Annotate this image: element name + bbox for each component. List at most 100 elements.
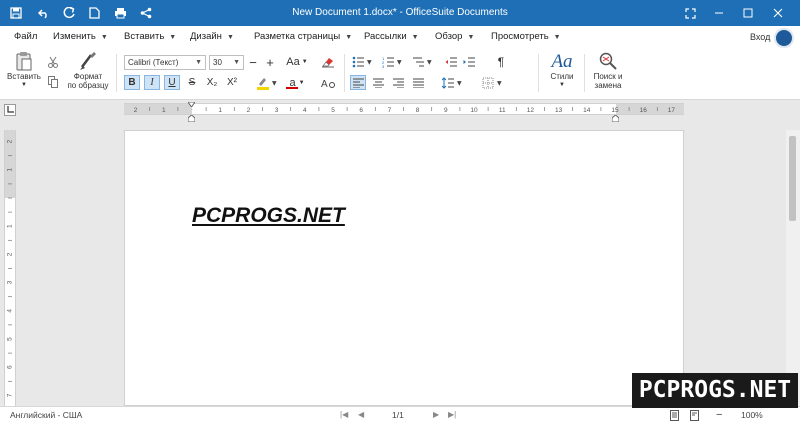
multilevel-list-button[interactable]: ▼ [410,54,436,70]
maximize-icon[interactable] [734,0,762,26]
numbered-list-button[interactable]: 1 2 3 ▼ [380,54,406,70]
copy-icon[interactable] [46,74,60,90]
menu-layout[interactable]: Разметка страницы ▼ [254,26,352,48]
first-line-indent-marker[interactable] [187,99,196,108]
chevron-down-icon: ▼ [298,79,305,86]
strikethrough-button[interactable]: S [184,75,200,90]
document-text[interactable]: PCPROGS.NET [192,204,345,228]
print-layout-icon[interactable] [670,407,679,423]
horizontal-ruler[interactable]: 21123456789101112131415161718 [124,101,684,123]
chevron-down-icon: ▼ [195,59,202,66]
chevron-down-icon: ▼ [559,82,565,88]
font-name-select[interactable]: Calibri (Текст) ▼ [124,55,206,70]
ruler-number: 7 [388,107,392,114]
superscript-button[interactable]: X² [223,75,241,90]
menu-insert[interactable]: Вставить ▼ [124,26,176,48]
ruler-number: 2 [134,107,138,114]
find-replace-icon [588,50,628,72]
decrease-indent-icon[interactable] [444,54,458,70]
format-painter-label-2: по образцу [67,81,109,90]
avatar[interactable] [774,28,794,48]
chevron-down-icon: ▼ [467,34,475,41]
justify-icon[interactable] [410,75,426,90]
menu-mailings[interactable]: Рассылки ▼ [364,26,419,48]
ruler-number: 1 [162,107,166,114]
ruler-number: 16 [640,107,648,114]
ruler-number: 6 [7,365,14,369]
find-label-1: Поиск и [593,72,623,81]
bullet-list-button[interactable]: ▼ [350,54,376,70]
increase-font-button[interactable]: + [263,54,277,70]
highlight-button[interactable]: ▼ [254,75,280,90]
close-icon[interactable] [764,0,792,26]
styles-icon: Aa [551,50,573,72]
svg-text:▼: ▼ [497,80,502,87]
italic-button[interactable]: I [144,75,160,90]
menu-review[interactable]: Обзор ▼ [435,26,474,48]
paste-button[interactable]: Вставить ▼ [4,50,44,90]
menu-file[interactable]: Файл [14,26,37,48]
chevron-down-icon: ▼ [345,34,353,41]
ruler-number: 5 [331,107,335,114]
format-painter-button[interactable]: Формат по образцу [64,50,112,90]
cut-icon[interactable] [46,54,60,70]
ruler-number: 9 [444,107,448,114]
align-right-icon[interactable] [390,75,406,90]
text-effects-icon[interactable]: A [320,75,336,90]
subscript-button[interactable]: X₂ [203,75,221,90]
menu-edit[interactable]: Изменить ▼ [53,26,108,48]
align-center-icon[interactable] [370,75,386,90]
svg-text:▼: ▼ [272,80,277,87]
zoom-out-button[interactable]: − [716,407,722,423]
chevron-down-icon: ▼ [100,34,108,41]
ruler-number: 13 [555,107,563,114]
svg-text:▼: ▼ [367,59,372,66]
vertical-ruler[interactable]: 2 1 1 2 3 4 5 6 7 [4,130,16,406]
align-left-icon[interactable] [350,75,366,90]
first-page-icon[interactable]: |◀ [340,407,348,423]
fullscreen-icon[interactable] [676,0,704,26]
styles-label: Стили [550,72,574,81]
increase-indent-icon[interactable] [462,54,476,70]
clear-format-icon[interactable] [320,54,336,70]
line-spacing-icon: ▼ [442,76,462,89]
hanging-indent-marker[interactable] [187,114,196,123]
line-spacing-button[interactable]: ▼ [440,75,466,90]
tab-stop-selector[interactable] [4,104,16,116]
ruler-ticks: 21123456789101112131415161718 [134,107,675,114]
ruler-number: 1 [7,224,14,228]
bold-button[interactable]: B [124,75,140,90]
scrollbar-thumb[interactable] [789,136,796,221]
clipboard-icon [4,50,44,72]
right-indent-marker[interactable] [611,114,620,123]
numbered-list-icon: 123▼ [382,56,402,68]
divider [116,54,117,92]
previous-page-icon[interactable]: ◀ [358,407,364,423]
underline-button[interactable]: U [164,75,180,90]
decrease-font-button[interactable]: − [246,54,260,70]
ruler-number: 15 [611,107,619,114]
show-formatting-button[interactable]: ¶ [494,54,508,70]
menu-view[interactable]: Просмотреть ▼ [491,26,561,48]
language-indicator[interactable]: Английский - США [10,407,82,423]
menu-design[interactable]: Дизайн ▼ [190,26,234,48]
change-case-button[interactable]: Aa ▼ [284,54,310,70]
ruler-number: 8 [416,107,420,114]
web-layout-icon[interactable] [690,407,699,423]
minimize-icon[interactable] [705,0,733,26]
font-color-button[interactable]: a ▼ [285,75,309,90]
font-size-select[interactable]: 30 ▼ [209,55,244,70]
next-page-icon[interactable]: ▶ [433,407,439,423]
last-page-icon[interactable]: ▶| [448,407,456,423]
borders-button[interactable]: ▼ [480,75,506,90]
find-replace-button[interactable]: Поиск и замена [588,50,628,90]
find-label-2: замена [594,81,622,90]
divider [344,54,345,92]
ruler-ticks: 2 1 1 2 3 4 5 6 7 [7,139,14,397]
login-link[interactable]: Вход [750,26,770,48]
vertical-scrollbar[interactable] [786,130,800,406]
document-page[interactable]: PCPROGS.NET [124,130,684,406]
format-painter-label-1: Формат [73,72,103,81]
styles-button[interactable]: Aa Стили ▼ [543,50,581,90]
ribbon: Вставить ▼ Формат по образцу Calibri (Те… [0,48,800,100]
